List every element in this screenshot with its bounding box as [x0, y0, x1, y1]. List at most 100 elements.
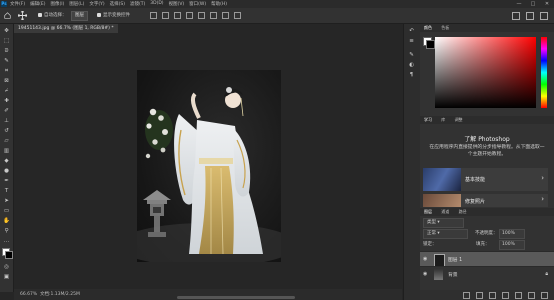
align-center-icon[interactable] [162, 12, 169, 19]
3d-mode-icon[interactable] [234, 12, 241, 19]
quick-select-tool-icon[interactable]: ✎ [3, 58, 10, 64]
background-swatch[interactable] [426, 40, 435, 49]
eyedropper-tool-icon[interactable]: ⌿ [3, 88, 10, 94]
path-select-icon[interactable]: ➤ [3, 198, 10, 204]
brush-tool-icon[interactable]: ✐ [3, 108, 10, 114]
menu-edit[interactable]: 编辑(E) [30, 1, 45, 7]
tab-libraries[interactable]: 库 [437, 117, 449, 122]
opacity-input[interactable]: 100% [499, 229, 525, 239]
menu-image[interactable]: 图像(I) [50, 1, 64, 7]
eraser-tool-icon[interactable]: ▱ [3, 138, 10, 144]
auto-select-dropdown[interactable]: 图层 [71, 11, 88, 21]
move-tool-icon[interactable] [18, 11, 27, 20]
frame-tool-icon[interactable]: ⊠ [3, 78, 10, 84]
zoom-level[interactable]: 66.67% [20, 289, 37, 300]
new-layer-icon[interactable] [528, 291, 535, 299]
shape-tool-icon[interactable]: ▭ [3, 208, 10, 214]
workspace-icon[interactable] [526, 12, 534, 20]
eye-icon[interactable]: ◉ [423, 271, 430, 277]
tab-swatches[interactable]: 色板 [437, 25, 453, 30]
align-middle-icon[interactable] [198, 12, 205, 19]
align-left-icon[interactable] [150, 12, 157, 19]
properties-icon[interactable]: ≡ [408, 38, 415, 44]
canvas-image[interactable] [137, 70, 281, 262]
maximize-button[interactable]: □ [526, 0, 540, 8]
adjustment-layer-icon[interactable] [502, 291, 509, 299]
eye-icon[interactable]: ◉ [423, 256, 430, 262]
more-tools-icon[interactable]: … [3, 238, 10, 244]
screen-mode-icon[interactable]: ▣ [3, 274, 10, 280]
marquee-tool-icon[interactable]: ⬚ [3, 38, 10, 44]
menu-view[interactable]: 视图(V) [169, 1, 185, 7]
menu-file[interactable]: 文件(F) [10, 1, 25, 7]
pen-tool-icon[interactable]: ✒ [3, 178, 10, 184]
search-icon[interactable] [512, 12, 520, 20]
menu-select[interactable]: 选择(S) [110, 1, 125, 7]
quick-mask-icon[interactable]: ◎ [3, 264, 10, 270]
document-tab[interactable]: 19451143.jpg @ 66.7% (图层 1, RGB/8#) * [14, 24, 118, 33]
tab-adjustments[interactable]: 调整 [451, 117, 467, 122]
paragraph-icon[interactable]: ¶ [408, 72, 415, 78]
menu-filter[interactable]: 滤镜(T) [130, 1, 145, 7]
fill-label: 填充： [476, 242, 490, 247]
layer-name[interactable]: 图层 1 [448, 256, 462, 263]
healing-tool-icon[interactable]: ✚ [3, 98, 10, 104]
menu-3d[interactable]: 3D(D) [150, 1, 163, 7]
tab-paths[interactable]: 路径 [455, 209, 471, 214]
learn-card-fix-photo[interactable]: 修复照片 › [423, 194, 548, 207]
horizontal-scrollbar[interactable] [177, 296, 295, 299]
lock-icon[interactable]: 🔒︎ [545, 271, 548, 277]
menu-type[interactable]: 文字(Y) [89, 1, 104, 7]
fill-input[interactable]: 100% [499, 240, 525, 250]
new-group-icon[interactable] [515, 291, 522, 299]
align-bottom-icon[interactable] [210, 12, 217, 19]
tab-channels[interactable]: 通道 [437, 209, 453, 214]
menu-help[interactable]: 帮助(H) [211, 1, 227, 7]
gradient-tool-icon[interactable]: ▥ [3, 148, 10, 154]
history-icon[interactable]: ↶ [408, 28, 415, 34]
history-brush-icon[interactable]: ↺ [3, 128, 10, 134]
distribute-icon[interactable] [222, 12, 229, 19]
layer-row-selected[interactable]: ◉ 图层 1 [420, 251, 554, 267]
close-button[interactable]: ✕ [540, 0, 554, 8]
crop-tool-icon[interactable]: ⌗ [3, 68, 10, 74]
tab-layers[interactable]: 图层 [420, 209, 436, 214]
stamp-tool-icon[interactable]: ⊥ [3, 118, 10, 124]
type-tool-icon[interactable]: T [3, 188, 10, 194]
blur-tool-icon[interactable]: ◆ [3, 158, 10, 164]
color-field[interactable] [435, 37, 536, 108]
adjustments-icon[interactable]: ◐ [408, 62, 415, 68]
delete-layer-icon[interactable] [541, 291, 548, 299]
layer-filter-kind[interactable]: 类型 ▾ [423, 218, 464, 228]
panel-icon-strip: ↶ ≡ ✎ ◐ ¶ [403, 24, 420, 300]
layer-name[interactable]: 背景 [448, 271, 458, 278]
align-top-icon[interactable] [186, 12, 193, 19]
move-tool-icon[interactable]: ✥ [3, 28, 10, 34]
zoom-tool-icon[interactable]: ⚲ [3, 228, 10, 234]
brush-settings-icon[interactable]: ✎ [408, 52, 415, 58]
transform-controls-checkbox[interactable] [97, 13, 101, 17]
menu-window[interactable]: 窗口(W) [189, 1, 206, 7]
dodge-tool-icon[interactable]: ● [3, 168, 10, 174]
blend-mode-dropdown[interactable]: 正常 ▾ [423, 229, 468, 239]
add-mask-icon[interactable] [489, 291, 496, 299]
align-right-icon[interactable] [174, 12, 181, 19]
tab-color[interactable]: 颜色 [420, 25, 436, 30]
background-color-swatch[interactable] [5, 251, 13, 259]
chevron-right-icon: › [541, 195, 544, 203]
learn-title: 了解 Photoshop [464, 136, 510, 143]
link-layers-icon[interactable] [463, 291, 470, 299]
hand-tool-icon[interactable]: ✋ [3, 218, 10, 224]
layer-row[interactable]: ◉ 背景 🔒︎ [420, 266, 554, 282]
minimize-button[interactable]: — [512, 0, 526, 8]
share-icon[interactable] [540, 12, 548, 20]
lasso-tool-icon[interactable]: ᘐ [3, 48, 10, 54]
auto-select-checkbox[interactable] [38, 13, 42, 17]
layer-style-icon[interactable] [476, 291, 483, 299]
tab-learn[interactable]: 学习 [420, 117, 436, 122]
home-icon[interactable] [4, 12, 11, 19]
photo-illustration [137, 87, 281, 262]
menu-layer[interactable]: 图层(L) [69, 1, 84, 7]
hue-slider[interactable] [541, 37, 547, 108]
learn-card-basic-skills[interactable]: 基本技能 › [423, 168, 548, 191]
